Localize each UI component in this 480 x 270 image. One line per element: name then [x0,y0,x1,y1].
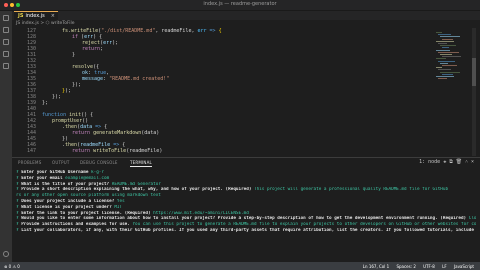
tab-index-js[interactable]: JS index.js × [14,11,58,20]
minimap-line [438,60,455,62]
prompt-answer: This project will generate a professiona… [254,187,449,193]
status-right: Ln 167, Col 1 Spaces: 2 UTF-8 LF JavaScr… [357,264,474,269]
code-text: return writeToFile(readmeFile) [72,148,162,155]
bottom-panel: PROBLEMS OUTPUT DEBUG CONSOLE TERMINAL 1… [12,157,480,263]
source-control-icon[interactable] [3,39,9,45]
cursor-position[interactable]: Ln 167, Col 1 [363,264,389,269]
code-token: return [72,148,91,154]
prompt-answer: rs or any other open source platform usi… [16,193,161,199]
minimap-line [440,36,460,38]
window-title: index.js — readme-generator [203,1,277,7]
prompt-answer: k-g-r [91,170,104,175]
prompt-question: What license is your project under? [21,204,115,210]
code-token: (readmeFile) [126,148,163,154]
minimap[interactable] [434,28,466,156]
minimap-line [438,51,459,53]
prompt-answer: example@email.com [65,175,110,181]
search-icon[interactable] [3,27,9,33]
minimap-line [442,65,457,66]
minimap-line [438,69,451,71]
prompt-question: Enter the link to your project license. … [21,210,154,216]
editor-scrollbar[interactable] [472,28,476,156]
terminal-output[interactable]: ? Enter your GitHub Username k-g-r? Ente… [16,170,476,234]
minimap-line [436,40,454,42]
minimap-line [436,67,442,69]
run-debug-icon[interactable] [3,51,9,57]
prompt-answer: Yes [116,198,125,204]
encoding[interactable]: UTF-8 [423,264,435,269]
extensions-icon[interactable] [3,63,9,69]
close-icon[interactable]: × [51,12,55,20]
prompt-question: Provide instructions and examples for us… [21,222,133,228]
prompt-question: What is the title of your project? [21,181,112,187]
title-bar: index.js — readme-generator [0,0,480,11]
minimap-line [442,56,461,58]
prompt-question: Enter your email [21,175,66,181]
tab-output[interactable]: OUTPUT [52,160,70,165]
editor-tab-bar: JS index.js × [12,11,480,20]
tab-label: index.js [25,13,45,19]
problems-count[interactable]: ⊗ 0 ⚠ 0 [4,264,20,269]
prompt-answer: You can use this project to generate a R… [132,222,476,228]
explorer-icon[interactable] [3,15,9,21]
code-editor[interactable]: 127 fs.writeFile("./dist/README.md", read… [12,28,432,156]
minimap-line [442,73,453,75]
prompt-question: Provide a short description explaining t… [21,187,255,193]
minimap-line [442,38,453,40]
status-bar: ⊗ 0 ⚠ 0 Ln 167, Col 1 Spaces: 2 UTF-8 LF… [0,262,480,270]
minimap-line [438,43,447,44]
tab-problems[interactable]: PROBLEMS [18,160,41,165]
tab-debug-console[interactable]: DEBUG CONSOLE [80,160,118,165]
minimap-line [436,58,446,60]
minimap-line [442,47,449,49]
minimap-line [440,71,460,73]
minimap-line [436,49,450,51]
prompt-question: Enter your GitHub Username [21,170,92,175]
gear-icon[interactable] [3,251,9,257]
prompt-question: Would you like to enter some information… [21,216,469,222]
minimap-line [438,78,447,80]
prompt-question: List your collaborators, if any, with th… [21,227,476,233]
end-of-line[interactable]: LF [442,264,447,269]
panel-actions[interactable]: 1: node ✚ ⧉ 🗑 ˄ × [419,159,474,165]
prompt-answer: Clone the GitHub repository, open termin… [468,216,476,222]
minimap-line [438,34,451,36]
prompt-answer: README.md Generator [111,181,161,187]
minimap-line [436,76,454,77]
indentation[interactable]: Spaces: 2 [396,264,415,269]
code-token: writeToFile [93,148,127,154]
line-number: 147 [26,148,36,154]
language-mode[interactable]: JavaScript [454,264,474,269]
terminal-line: ? List your collaborators, if any, with … [16,228,476,234]
scrollbar-thumb[interactable] [472,58,476,86]
js-file-icon: JS [18,13,24,19]
prompt-answer: MIT [114,204,123,210]
code-line[interactable]: 147 return writeToFile(readmeFile) [12,148,432,155]
minimap-line [436,32,442,33]
minimap-line [440,45,456,47]
activity-bar [0,11,12,262]
tab-terminal[interactable]: TERMINAL [130,160,152,167]
prompt-answer: https://www.mit.edu/~amini/LICENSE.md [153,210,249,216]
prompt-question: Does your project include a license? [21,198,117,204]
breadcrumb[interactable]: JS index.js > ⬡ writeToFile [16,21,75,28]
panel-tab-bar: PROBLEMS OUTPUT DEBUG CONSOLE TERMINAL 1… [12,158,480,167]
minimap-line [440,54,452,55]
minimap-line [440,62,448,64]
